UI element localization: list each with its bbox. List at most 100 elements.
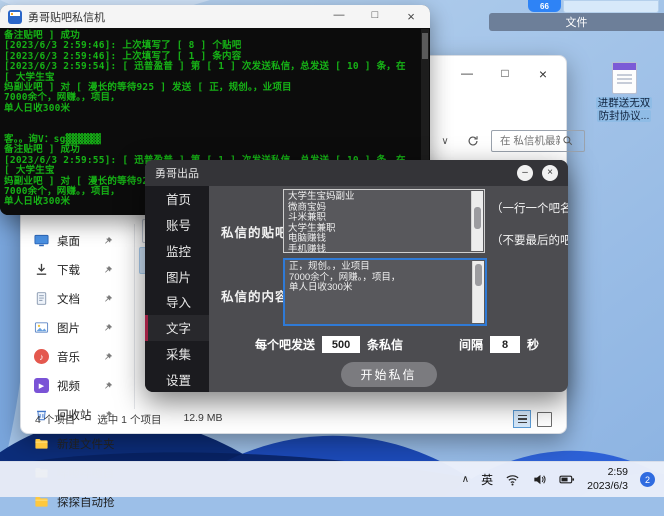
nav-collect[interactable]: 采集	[145, 341, 209, 367]
battery-icon[interactable]	[559, 472, 575, 487]
sidebar-item-pictures[interactable]: 图片	[21, 313, 115, 342]
close-icon[interactable]: ×	[536, 66, 550, 82]
pin-icon	[105, 352, 113, 360]
shortcut-label-line2: 防封协议...	[596, 110, 652, 122]
monitor-icon	[34, 234, 49, 247]
status-selected-count: 选中 1 个项目	[97, 414, 162, 426]
pin-icon	[105, 294, 113, 302]
pin-icon	[105, 265, 113, 273]
textarea-scrollbar[interactable]	[472, 261, 484, 323]
wifi-icon[interactable]	[505, 472, 520, 487]
start-message-button[interactable]: 开始私信	[340, 362, 437, 387]
send-prefix-label: 每个吧发送	[255, 338, 316, 352]
pin-icon	[105, 323, 113, 331]
sidebar-item-label: 新建文件夹 (10)	[57, 438, 115, 451]
list-view-icon[interactable]	[513, 410, 531, 428]
sidebar-item-documents[interactable]: 文档	[21, 284, 115, 313]
top-fragment-blue-badge: 66	[528, 0, 561, 12]
chevron-down-icon[interactable]: ∨	[435, 131, 455, 151]
pin-icon	[105, 381, 113, 389]
content-textarea[interactable]: 正，规创。，业项目 7000余个，网赚。，项目， 单人日收300米	[285, 260, 485, 324]
speaker-icon[interactable]	[532, 472, 547, 487]
ime-indicator[interactable]: 英	[481, 471, 493, 488]
tieba-list-box: 大学生宝妈副业 微商宝妈 斗米兼职 大学生兼职 电脑赚钱 手机赚钱 手机副业	[283, 189, 485, 253]
refresh-icon[interactable]	[463, 131, 483, 151]
send-count-input[interactable]	[322, 336, 361, 353]
clock-date: 2023/6/3	[587, 479, 628, 492]
document-icon	[36, 292, 47, 305]
send-settings-row: 每个吧发送 条私信 间隔 秒	[255, 336, 539, 353]
content-box: 正，规创。，业项目 7000余个，网赚。，项目， 单人日收300米	[283, 258, 487, 326]
search-icon	[563, 136, 573, 146]
explorer-status-bar: 4 个项目 选中 1 个项目 12.9 MB	[35, 412, 223, 427]
search-input[interactable]	[498, 134, 562, 148]
status-selected-size: 12.9 MB	[183, 412, 223, 424]
sidebar-item-desktop[interactable]: 桌面	[21, 226, 115, 255]
explorer-toolbar: ∨	[435, 130, 585, 152]
minimize-icon[interactable]: –	[517, 165, 533, 181]
top-fragment-input-box	[563, 0, 659, 13]
sidebar-item-label: 下载	[57, 264, 80, 277]
minimize-icon[interactable]: —	[460, 66, 474, 82]
nav-settings[interactable]: 设置	[145, 366, 209, 392]
terminal-window-controls: — □ ×	[332, 9, 418, 24]
pin-icon	[105, 236, 113, 244]
sidebar-item-downloads[interactable]: 下载	[21, 255, 115, 284]
shortcut-label: 进群送无双 防封协议...	[585, 97, 663, 123]
taskbar[interactable]: ∧ 英 2:59 2023/6/3 2	[0, 461, 664, 497]
send-suffix-label: 条私信	[367, 338, 404, 352]
top-fragment-file-tab[interactable]: 文件	[489, 13, 664, 31]
explorer-window-controls: — □ ×	[460, 66, 550, 82]
picture-icon	[34, 322, 49, 333]
interval-label: 间隔	[459, 338, 484, 352]
desktop-root: { "top_fragment": { "file_tab": "文件", "p…	[0, 0, 664, 509]
nav-images[interactable]: 图片	[145, 263, 209, 289]
tieba-list-textarea[interactable]: 大学生宝妈副业 微商宝妈 斗米兼职 大学生兼职 电脑赚钱 手机赚钱 手机副业	[284, 190, 484, 252]
sidebar-item-label: 视频	[57, 380, 80, 393]
tool-main-panel: 私信的贴吧 大学生宝妈副业 微商宝妈 斗米兼职 大学生兼职 电脑赚钱 手机赚钱 …	[209, 186, 568, 392]
terminal-titlebar[interactable]: 勇哥贴吧私信机 — □ ×	[0, 5, 430, 29]
interval-input[interactable]	[490, 336, 521, 353]
close-icon[interactable]: ×	[404, 9, 418, 24]
log-line: [2023/6/3 2:59:54]: [ 迅普盈普 ] 第 [ 1 ] 次发送…	[4, 61, 412, 83]
desktop-shortcut[interactable]: 进群送无双 防封协议...	[585, 62, 663, 123]
folder-icon	[35, 439, 48, 449]
download-icon	[36, 263, 47, 275]
sidebar-item-music[interactable]: ♪ 音乐	[21, 342, 115, 371]
tray-chevron-up-icon[interactable]: ∧	[462, 474, 469, 485]
explorer-view-toggles	[513, 410, 552, 428]
log-line: 单人日收300米	[4, 102, 71, 114]
sidebar-item-videos[interactable]: ▶ 视频	[21, 371, 115, 400]
nav-home[interactable]: 首页	[145, 186, 209, 212]
sidebar-item-label: 桌面	[57, 235, 80, 248]
maximize-icon[interactable]: □	[498, 66, 512, 82]
notification-badge[interactable]: 2	[640, 472, 655, 487]
nav-account[interactable]: 账号	[145, 212, 209, 238]
maximize-icon[interactable]: □	[368, 9, 382, 24]
sidebar-item-label: 音乐	[57, 351, 80, 364]
tieba-list-label: 私信的贴吧	[221, 226, 289, 240]
sidebar-item-label: 文档	[57, 293, 80, 306]
sidebar-item-folder-new[interactable]: 新建文件夹 (10)	[21, 429, 115, 458]
terminal-title: 勇哥贴吧私信机	[28, 11, 105, 24]
tool-window: 勇哥出品 – × 首页 账号 监控 图片 导入 文字 采集 设置 私信的贴吧 大…	[145, 160, 568, 392]
terminal-app-icon	[8, 9, 22, 24]
hint-no-ba-suffix: （不要最后的吧字）	[491, 235, 568, 247]
tool-title: 勇哥出品	[155, 168, 199, 180]
tool-titlebar[interactable]: 勇哥出品 – ×	[145, 160, 568, 186]
nav-monitor[interactable]: 监控	[145, 238, 209, 264]
explorer-search-box[interactable]	[491, 130, 585, 152]
clock[interactable]: 2:59 2023/6/3	[587, 466, 628, 492]
close-icon[interactable]: ×	[542, 165, 558, 181]
system-tray: ∧ 英 2:59 2023/6/3 2	[462, 462, 655, 497]
nav-text[interactable]: 文字	[145, 314, 209, 341]
nav-import[interactable]: 导入	[145, 289, 209, 315]
minimize-icon[interactable]: —	[332, 9, 346, 24]
thumbnail-view-icon[interactable]	[537, 411, 552, 427]
hint-one-per-line: （一行一个吧名）	[491, 203, 568, 215]
sidebar-item-label: 图片	[57, 322, 80, 335]
sidebar-divider	[134, 224, 135, 409]
clock-time: 2:59	[607, 466, 628, 479]
textarea-scrollbar[interactable]	[471, 191, 483, 251]
